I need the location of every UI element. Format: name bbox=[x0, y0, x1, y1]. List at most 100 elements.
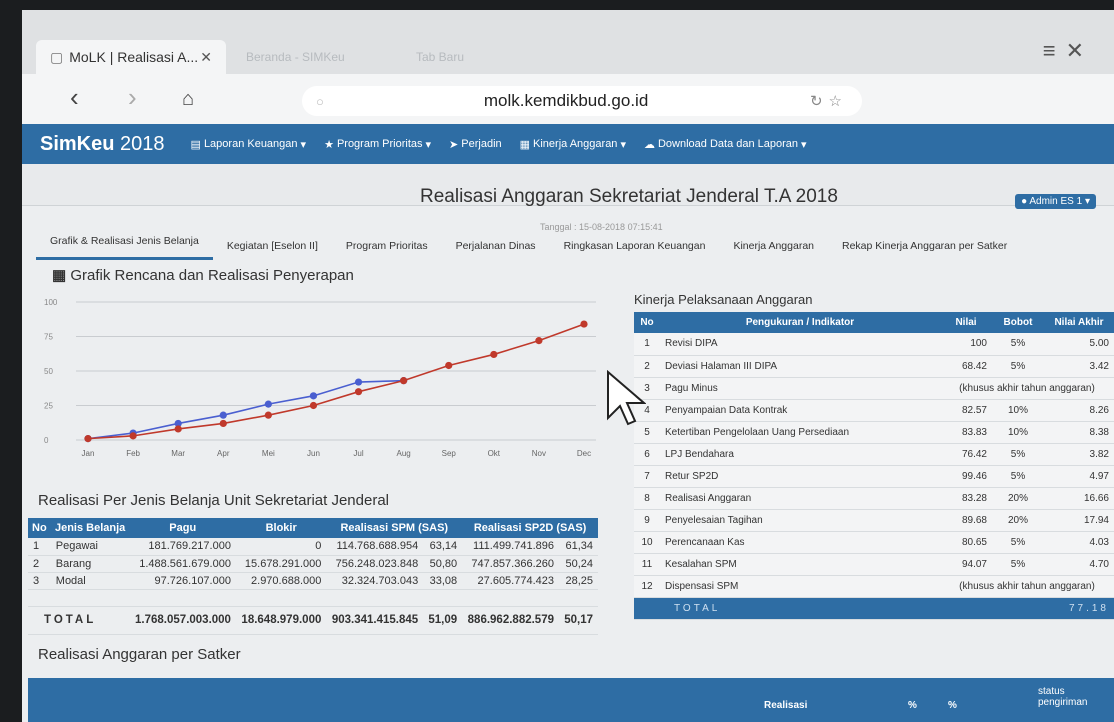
table-cell: 32.324.703.043 bbox=[326, 572, 424, 590]
browser-tab-active[interactable]: ▢ MoLK | Realisasi A... ✕ bbox=[36, 40, 226, 74]
table-cell: (khusus akhir tahun anggaran) bbox=[940, 575, 1114, 598]
total-cell: 50,17 bbox=[559, 605, 598, 635]
table-cell: Kesalahan SPM bbox=[660, 553, 940, 576]
table-cell: 16.66 bbox=[1044, 487, 1114, 510]
table-cell: 83.83 bbox=[940, 421, 992, 444]
content-tabs: Grafik & Realisasi Jenis Belanja Kegiata… bbox=[36, 220, 1106, 260]
data-point bbox=[264, 411, 272, 419]
forward-icon[interactable]: › bbox=[128, 82, 137, 113]
star-icon: ★ bbox=[324, 138, 334, 151]
window-controls[interactable]: ≡✕ bbox=[1043, 38, 1094, 64]
total-cell: TOTAL bbox=[28, 605, 130, 635]
data-point bbox=[580, 320, 588, 328]
col-status: status pengiriman bbox=[1038, 686, 1088, 708]
browser-tab-new[interactable]: Tab Baru bbox=[402, 40, 478, 74]
tab-perjalanan-dinas[interactable]: Perjalanan Dinas bbox=[442, 232, 550, 260]
x-tick-label: Mar bbox=[171, 449, 185, 458]
x-tick-label: Jan bbox=[82, 449, 95, 458]
col-realisasi: Realisasi bbox=[764, 700, 808, 711]
table-cell: 94.07 bbox=[940, 553, 992, 576]
table-row: 1 Revisi DIPA 100 5% 5.00 bbox=[634, 333, 1114, 356]
close-icon[interactable]: ✕ bbox=[200, 49, 212, 66]
col-no: No bbox=[634, 312, 660, 333]
kinerja-table: No Pengukuran / Indikator Nilai Bobot Ni… bbox=[634, 312, 1114, 620]
table-cell: 100 bbox=[940, 333, 992, 356]
send-icon: ➤ bbox=[449, 138, 459, 151]
table-row: 4 Penyampaian Data Kontrak 82.57 10% 8.26 bbox=[634, 399, 1114, 422]
table-cell: 20% bbox=[992, 509, 1044, 532]
table-cell: 68.42 bbox=[940, 355, 992, 378]
data-point bbox=[309, 392, 318, 400]
table-cell: Penyampaian Data Kontrak bbox=[660, 399, 940, 422]
satker-section-title: Realisasi Anggaran per Satker bbox=[38, 646, 241, 663]
total-cell: 886.962.882.579 bbox=[462, 605, 559, 635]
table-row: 9 Penyelesaian Tagihan 89.68 20% 17.94 bbox=[634, 509, 1114, 532]
user-name: Admin ES 1 bbox=[1029, 196, 1083, 207]
tab-kegiatan[interactable]: Kegiatan [Eselon II] bbox=[213, 232, 332, 260]
table-header-row: No Jenis Belanja Pagu Blokir Realisasi S… bbox=[28, 518, 598, 538]
line-chart: 0 25 50 75 100 Jan Feb Mar Apr Mei Jun Jul Aug Sep Okt… bbox=[44, 298, 596, 458]
table-cell: 5.00 bbox=[1044, 333, 1114, 356]
table-row: 5 Ketertiban Pengelolaan Uang Persediaan 8… bbox=[634, 421, 1114, 444]
close-window-icon[interactable]: ✕ bbox=[1066, 38, 1094, 63]
tab-program-prioritas[interactable]: Program Prioritas bbox=[332, 232, 442, 260]
table-cell: 4.97 bbox=[1044, 465, 1114, 488]
table-cell: Penyelesaian Tagihan bbox=[660, 509, 940, 532]
home-icon[interactable]: ⌂ bbox=[182, 88, 194, 111]
menu-perjadin[interactable]: ➤ Perjadin bbox=[449, 138, 502, 151]
url-text: molk.kemdikbud.go.id bbox=[483, 91, 649, 110]
app-header: SimKeu 2018 ▤ Laporan Keuangan ▾ ★ Program … bbox=[22, 124, 1114, 164]
table-cell: 3.42 bbox=[1044, 355, 1114, 378]
data-point bbox=[445, 361, 453, 370]
menu-laporan-keuangan[interactable]: ▤ Laporan Keuangan ▾ bbox=[191, 138, 307, 151]
tab-label: MoLK | Realisasi A... bbox=[69, 49, 199, 65]
satker-table-header: Realisasi % % status pengiriman bbox=[28, 678, 1114, 722]
col-pagu: Pagu bbox=[129, 518, 236, 538]
table-cell: Retur SP2D bbox=[660, 465, 940, 488]
tab-ringkasan[interactable]: Ringkasan Laporan Keuangan bbox=[550, 232, 720, 260]
app-brand[interactable]: SimKeu 2018 bbox=[40, 133, 165, 156]
table-cell: 63,14 bbox=[423, 538, 463, 556]
table-cell: 9 bbox=[634, 509, 660, 532]
total-row: TOTAL 77.18 bbox=[634, 597, 1114, 620]
col-spm: Realisasi SPM (SAS) bbox=[326, 518, 463, 538]
screen: ▢ MoLK | Realisasi A... ✕ Beranda - SIMK… bbox=[22, 10, 1114, 722]
address-bar[interactable]: ○ molk.kemdikbud.go.id ↻☆ bbox=[302, 86, 862, 116]
table-cell: 5% bbox=[992, 443, 1044, 466]
table-cell: 8.38 bbox=[1044, 421, 1114, 444]
table-row: 7 Retur SP2D 99.46 5% 4.97 bbox=[634, 465, 1114, 488]
menu-download[interactable]: ☁ Download Data dan Laporan ▾ bbox=[644, 138, 807, 151]
table-cell: 7 bbox=[634, 465, 660, 488]
menu-kinerja-anggaran[interactable]: ▦ Kinerja Anggaran ▾ bbox=[520, 138, 626, 151]
y-tick-label: 100 bbox=[44, 298, 58, 307]
user-menu[interactable]: ● Admin ES 1 ▾ bbox=[1015, 194, 1096, 209]
page-icon: ▢ bbox=[50, 48, 64, 65]
table-cell: 5% bbox=[992, 553, 1044, 576]
table-cell: 756.248.023.848 bbox=[326, 555, 424, 573]
jenis-section-title: Realisasi Per Jenis Belanja Unit Sekreta… bbox=[38, 492, 390, 509]
browser-tab-beranda[interactable]: Beranda - SIMKeu bbox=[232, 40, 359, 74]
menu-icon[interactable]: ≡ bbox=[1043, 38, 1066, 63]
x-tick-label: Dec bbox=[577, 449, 591, 458]
table-row: 3 Modal 97.726.107.000 2.970.688.000 32.324.… bbox=[28, 572, 598, 590]
reload-icon[interactable]: ↻☆ bbox=[810, 92, 848, 110]
total-row: TOTAL 1.768.057.003.000 18.648.979.000 903.… bbox=[28, 605, 598, 635]
back-icon[interactable]: ‹ bbox=[70, 82, 79, 113]
table-cell: 17.94 bbox=[1044, 509, 1114, 532]
spacer-row bbox=[28, 589, 598, 607]
data-point bbox=[490, 350, 498, 359]
x-tick-label: Okt bbox=[488, 449, 501, 458]
x-tick-label: Jul bbox=[353, 449, 363, 458]
table-cell: 33,08 bbox=[423, 572, 463, 590]
total-cell: 903.341.415.845 bbox=[326, 605, 424, 635]
table-cell: 10% bbox=[992, 421, 1044, 444]
data-point bbox=[400, 377, 408, 385]
tab-grafik[interactable]: Grafik & Realisasi Jenis Belanja bbox=[36, 227, 213, 260]
menu-program-prioritas[interactable]: ★ Program Prioritas ▾ bbox=[324, 138, 431, 151]
tab-rekap-kinerja[interactable]: Rekap Kinerja Anggaran per Satker bbox=[828, 232, 1021, 260]
table-cell: 11 bbox=[634, 553, 660, 576]
tab-kinerja-anggaran[interactable]: Kinerja Anggaran bbox=[719, 232, 828, 260]
table-cell: Realisasi Anggaran bbox=[660, 487, 940, 510]
table-cell: Pagu Minus bbox=[660, 377, 940, 400]
caret-down-icon: ▾ bbox=[425, 138, 432, 151]
